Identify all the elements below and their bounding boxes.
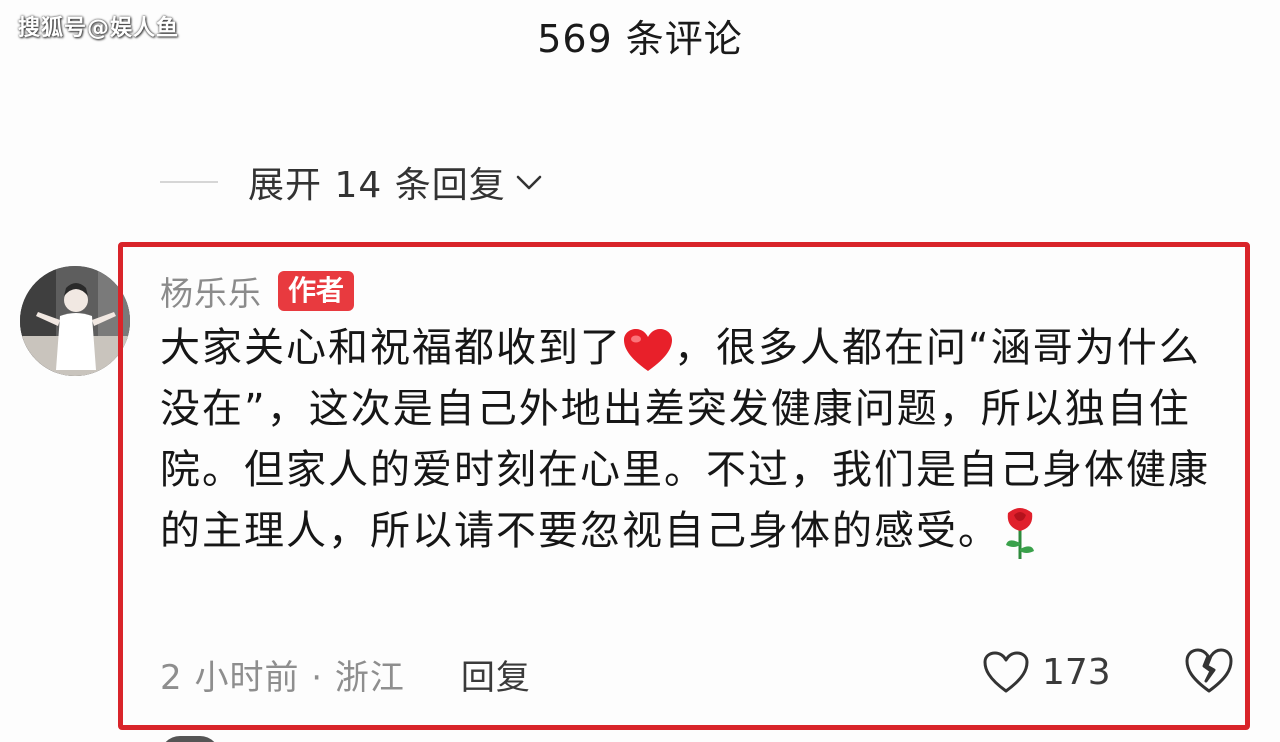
- heart-outline-icon: [983, 651, 1029, 693]
- author-badge: 作者: [278, 271, 355, 311]
- avatar[interactable]: [20, 266, 130, 376]
- author-name[interactable]: 杨乐乐: [160, 267, 262, 315]
- next-comment-avatar: [160, 736, 220, 742]
- like-count: 173: [1042, 651, 1111, 693]
- comment-text: 大家关心和祝福都收到了 ，很多人都在问“涵哥为什么没在”，这次是自己外地出差突发健…: [160, 318, 1240, 562]
- comments-title: 569 条评论: [537, 17, 743, 61]
- comment-header: 杨乐乐 作者: [160, 267, 355, 315]
- rose-emoji-icon: [1006, 508, 1034, 559]
- comment-text-part1: 大家关心和祝福都收到了: [160, 325, 622, 371]
- comment-time-location: 2 小时前 · 浙江: [160, 657, 405, 698]
- like-button[interactable]: 173: [982, 644, 1111, 700]
- comment-meta: 2 小时前 · 浙江 回复: [160, 648, 531, 700]
- chevron-down-icon: [516, 175, 542, 190]
- broken-heart-icon[interactable]: [1184, 646, 1234, 696]
- heart-emoji-icon: [624, 329, 672, 371]
- reply-button[interactable]: 回复: [461, 650, 531, 699]
- expand-replies-button[interactable]: 展开 14 条回复: [160, 160, 544, 206]
- expand-replies-label: 展开 14 条回复: [248, 165, 506, 206]
- divider-line: [160, 181, 218, 183]
